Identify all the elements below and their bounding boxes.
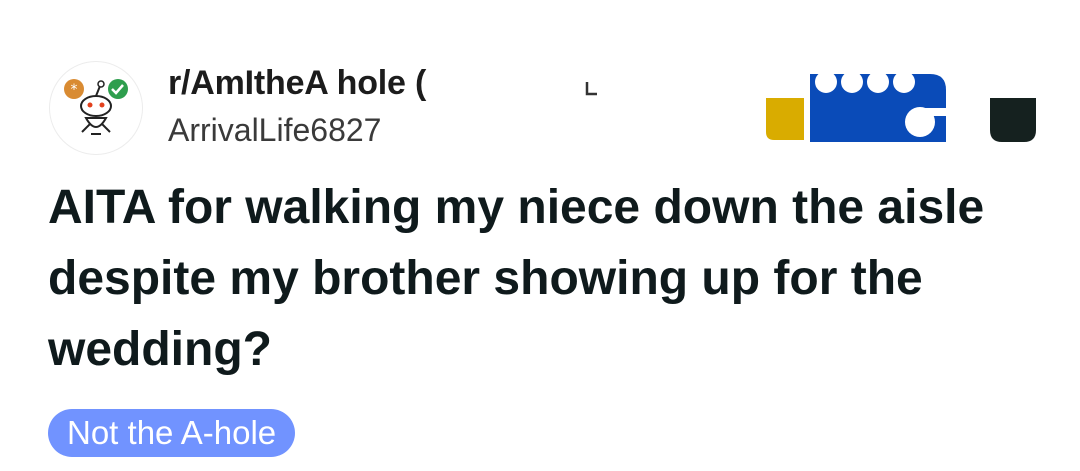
award-icons [766, 71, 1036, 142]
dark-award-icon [990, 98, 1036, 142]
awards-row [760, 71, 1050, 146]
subreddit-name[interactable]: r/AmItheA hole ( [168, 64, 426, 103]
author-username[interactable]: ArrivalLife6827 [168, 112, 381, 149]
blue-award-icon [810, 71, 946, 142]
snoo-mascot-icon: * [64, 79, 128, 135]
subreddit-avatar[interactable]: * [50, 62, 142, 154]
post-flair[interactable]: Not the A-hole [48, 409, 296, 457]
gold-award-icon [766, 98, 804, 140]
redaction-mark-icon [585, 82, 597, 96]
svg-text:*: * [71, 82, 78, 98]
post-title[interactable]: AITA for walking my niece down the aisle… [48, 172, 1038, 385]
